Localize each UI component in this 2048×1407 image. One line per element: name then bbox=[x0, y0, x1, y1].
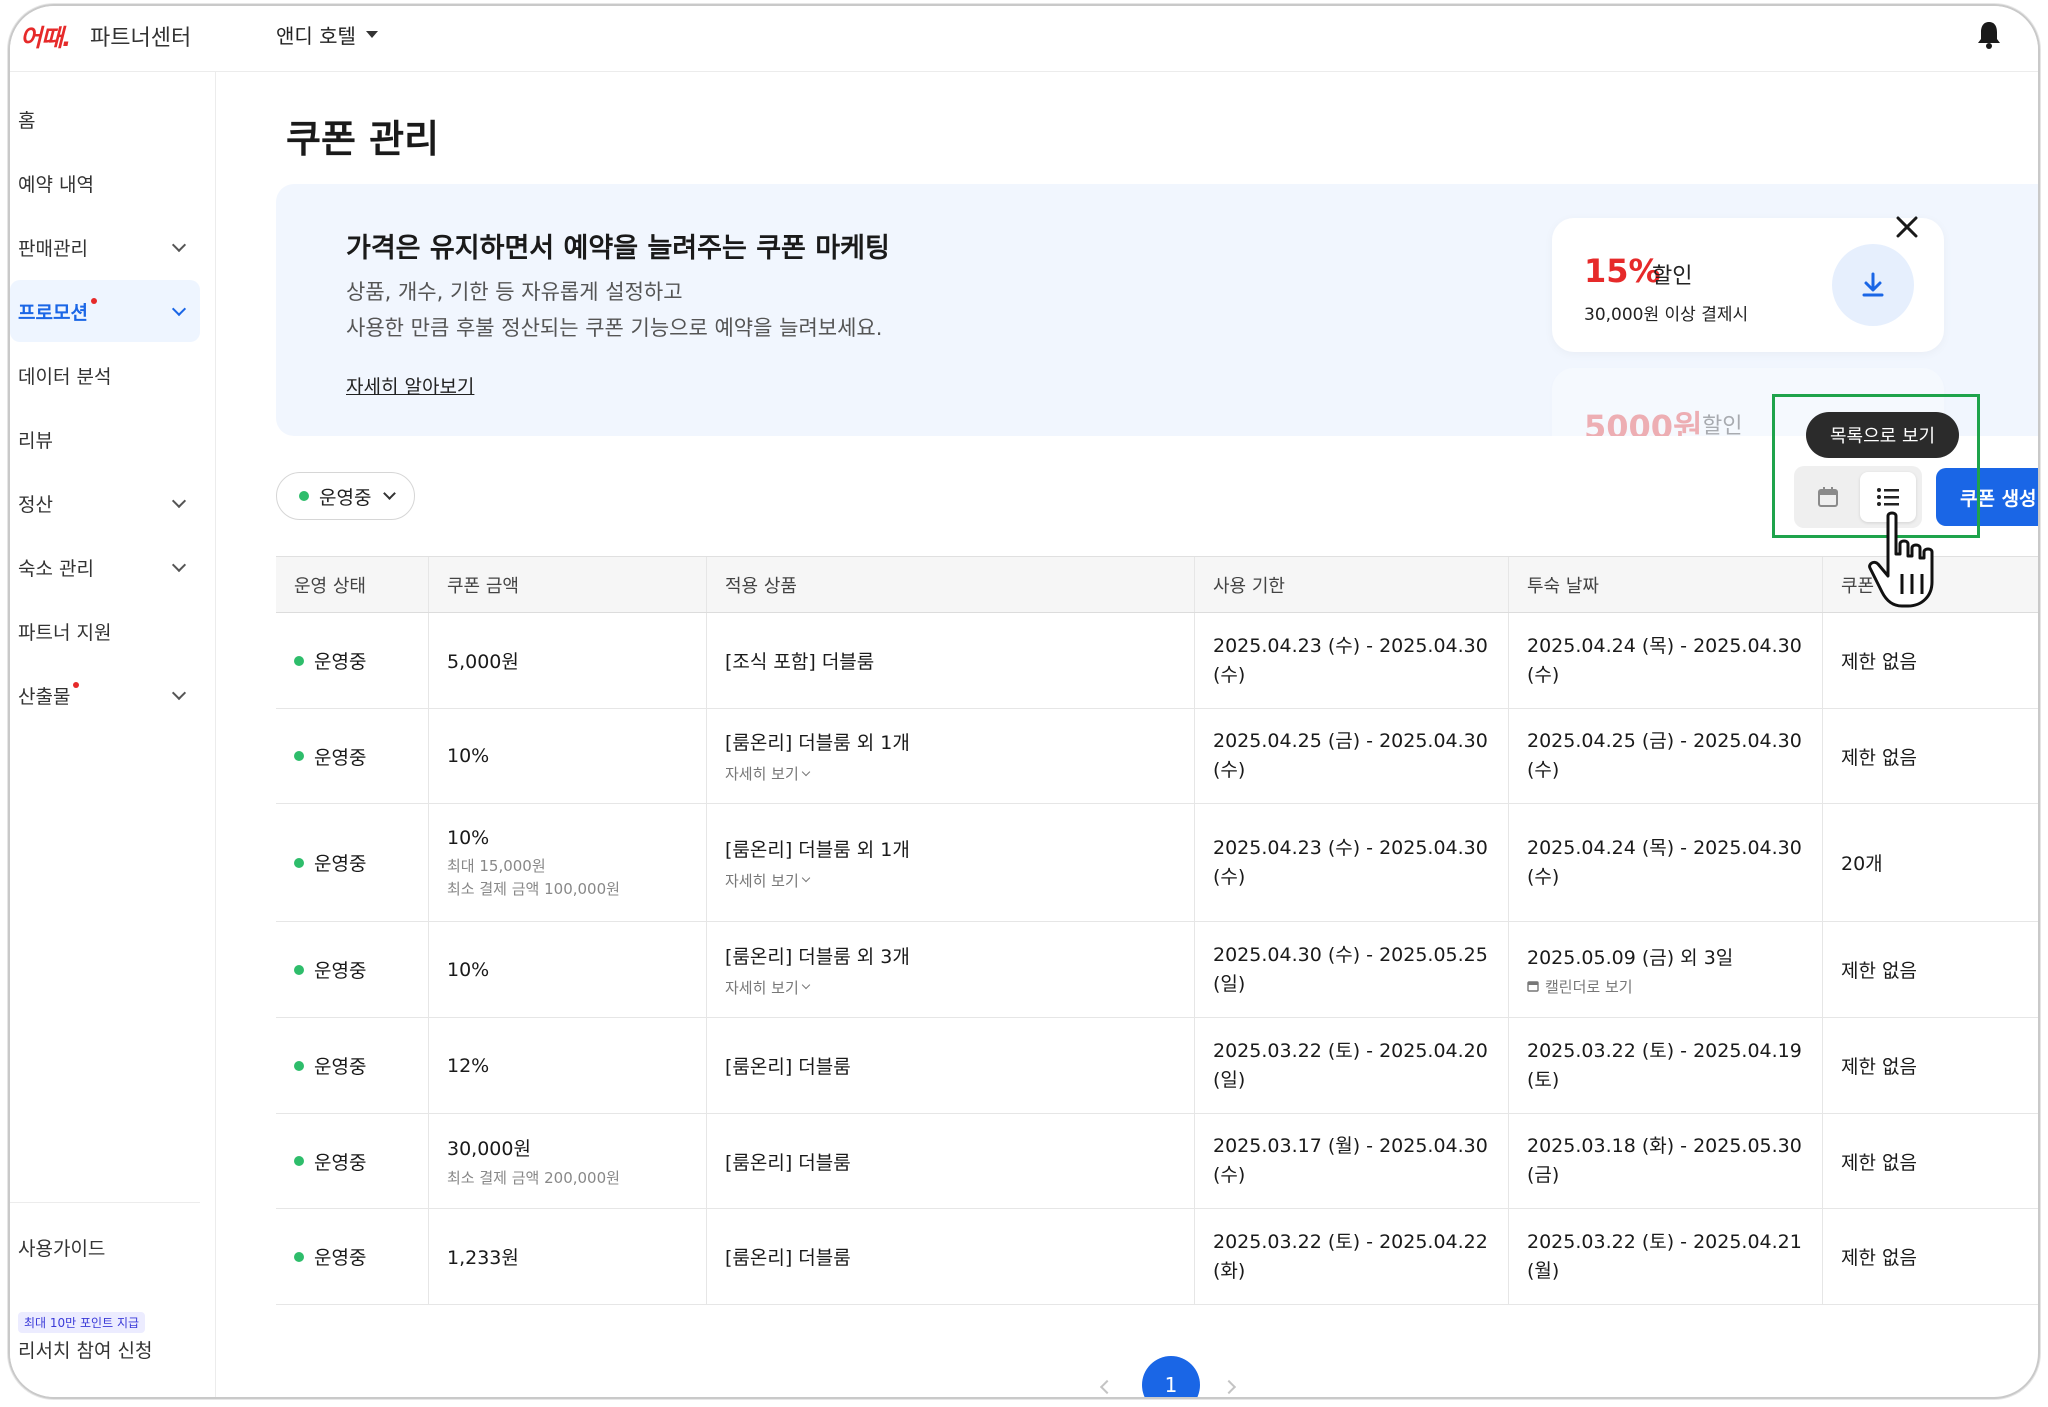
logo[interactable]: 어때. bbox=[20, 18, 71, 53]
status-filter-dropdown[interactable]: 운영중 bbox=[276, 472, 416, 520]
discount-label: 할인 bbox=[1702, 414, 1743, 436]
notification-dot bbox=[90, 298, 97, 304]
sidebar-divider bbox=[10, 1202, 200, 1203]
pagination: 1 bbox=[216, 1356, 2038, 1397]
status-dot bbox=[294, 857, 304, 868]
chevron-down-icon bbox=[171, 493, 187, 509]
sidebar-item-promotion[interactable]: 프로모션 bbox=[10, 280, 200, 342]
sidebar-item-sales[interactable]: 판매관리 bbox=[10, 216, 200, 278]
discount-value: 5000원 bbox=[1584, 408, 1703, 436]
pointer-hand-icon bbox=[1868, 511, 1934, 608]
table-row[interactable]: 운영중 10% [룸온리] 더블룸 외 3개 자세히 보기 2025.04.30 … bbox=[276, 922, 2038, 1018]
chevron-down-icon bbox=[171, 301, 187, 317]
brand-label: 파트너센터 bbox=[90, 26, 192, 51]
chevron-down-icon bbox=[171, 685, 187, 701]
chevron-down-icon bbox=[801, 873, 811, 883]
sidebar-item-property[interactable]: 숙소 관리 bbox=[10, 536, 200, 598]
chevron-down-icon bbox=[801, 767, 811, 776]
research-signup-link[interactable]: 리서치 참여 신청 bbox=[18, 1336, 152, 1363]
page-number[interactable]: 1 bbox=[1142, 1356, 1200, 1397]
learn-more-link[interactable]: 자세히 알아보기 bbox=[346, 372, 474, 399]
chevron-down-icon bbox=[171, 237, 187, 253]
sidebar-item-reservations[interactable]: 예약 내역 bbox=[10, 152, 200, 214]
status-filter-label: 운영중 bbox=[319, 486, 372, 509]
download-button[interactable] bbox=[1832, 244, 1914, 326]
see-more-link[interactable]: 자세히 보기 bbox=[725, 977, 1194, 998]
column-header[interactable]: 투숙 날짜 bbox=[1508, 557, 1822, 612]
top-bar: 어때. 파트너센터 앤디 호텔 bbox=[10, 6, 2038, 72]
calendar-icon bbox=[1527, 981, 1539, 992]
chevron-down-icon bbox=[801, 980, 811, 990]
see-more-link[interactable]: 자세히 보기 bbox=[725, 870, 1194, 891]
table-row[interactable]: 운영중 30,000원 최소 결제 금액 200,000원 [룸온리] 더블룸 2… bbox=[276, 1114, 2038, 1209]
sidebar-item-home[interactable]: 홈 bbox=[10, 88, 200, 150]
sidebar-item-deliverables[interactable]: 산출물 bbox=[10, 664, 200, 726]
notification-dot bbox=[73, 682, 80, 688]
chevron-down-icon bbox=[383, 487, 397, 500]
hotel-name: 앤디 호텔 bbox=[276, 24, 356, 48]
coupon-table: 운영 상태 쿠폰 금액 적용 상품 사용 기한 투숙 날짜 쿠폰 운영중 5,0… bbox=[276, 556, 2038, 1305]
see-more-link[interactable]: 자세히 보기 bbox=[725, 763, 1194, 784]
user-guide-link[interactable]: 사용가이드 bbox=[18, 1234, 105, 1261]
status-dot bbox=[294, 1156, 304, 1166]
table-row[interactable]: 운영중 5,000원 [조식 포함] 더블룸 2025.04.23 (수) - … bbox=[276, 613, 2038, 709]
banner-title: 가격은 유지하면서 예약을 늘려주는 쿠폰 마케팅 bbox=[346, 233, 890, 264]
discount-value: 15% bbox=[1584, 252, 1661, 290]
sidebar-item-settlement[interactable]: 정산 bbox=[10, 472, 200, 534]
points-badge: 최대 10만 포인트 지급 bbox=[18, 1312, 146, 1333]
status-dot bbox=[294, 655, 304, 666]
sidebar-item-partner-support[interactable]: 파트너 지원 bbox=[10, 600, 200, 662]
caret-down-icon bbox=[365, 31, 378, 38]
status-dot bbox=[294, 964, 304, 975]
table-row[interactable]: 운영중 12% [룸온리] 더블룸 2025.03.22 (토) - 2025.… bbox=[276, 1018, 2038, 1114]
table-row[interactable]: 운영중 1,233원 [룸온리] 더블룸 2025.03.22 (토) - 20… bbox=[276, 1209, 2038, 1305]
column-header[interactable]: 운영 상태 bbox=[276, 557, 428, 612]
status-dot bbox=[299, 491, 309, 501]
table-row[interactable]: 운영중 10% [룸온리] 더블룸 외 1개 자세히 보기 2025.04.25 … bbox=[276, 709, 2038, 804]
sidebar-item-analytics[interactable]: 데이터 분석 bbox=[10, 344, 200, 406]
page-title: 쿠폰 관리 bbox=[286, 117, 440, 161]
banner-description: 상품, 개수, 기한 등 자유롭게 설정하고 사용한 만큼 후불 정산되는 쿠폰… bbox=[346, 280, 883, 340]
coupon-preview-card: 15% 할인 30,000원 이상 결제시 bbox=[1552, 218, 1944, 352]
bell-icon[interactable] bbox=[1976, 20, 2002, 50]
close-icon[interactable] bbox=[1892, 212, 1922, 242]
column-header[interactable]: 사용 기한 bbox=[1194, 557, 1508, 612]
status-dot bbox=[294, 1060, 304, 1071]
discount-condition: 30,000원 이상 결제시 bbox=[1584, 305, 1749, 325]
sidebar: 홈 예약 내역 판매관리 프로모션 데이터 분석 리뷰 정산 숙소 관리 파트너… bbox=[10, 72, 216, 1397]
chevron-left-icon[interactable] bbox=[1099, 1379, 1115, 1395]
discount-label: 할인 bbox=[1652, 264, 1693, 289]
chevron-right-icon[interactable] bbox=[1221, 1379, 1237, 1395]
table-header-row: 운영 상태 쿠폰 금액 적용 상품 사용 기한 투숙 날짜 쿠폰 bbox=[276, 557, 2038, 613]
download-icon bbox=[1862, 272, 1884, 297]
app-window: 어때. 파트너센터 앤디 호텔 홈 예약 내역 판매관리 프로모션 데이터 분석… bbox=[8, 4, 2040, 1399]
chevron-down-icon bbox=[171, 557, 187, 573]
main-content: 쿠폰 관리 가격은 유지하면서 예약을 늘려주는 쿠폰 마케팅 상품, 개수, … bbox=[216, 72, 2038, 1397]
column-header[interactable]: 적용 상품 bbox=[706, 557, 1194, 612]
sidebar-item-reviews[interactable]: 리뷰 bbox=[10, 408, 200, 470]
hotel-selector[interactable]: 앤디 호텔 bbox=[276, 20, 378, 49]
status-dot bbox=[294, 1251, 304, 1262]
column-header[interactable]: 쿠폰 금액 bbox=[428, 557, 706, 612]
table-row[interactable]: 운영중 10% 최대 15,000원 최소 결제 금액 100,000원 [룸온리]… bbox=[276, 804, 2038, 922]
calendar-view-link[interactable]: 캘린더로 보기 bbox=[1527, 976, 1822, 997]
status-dot bbox=[294, 751, 304, 761]
